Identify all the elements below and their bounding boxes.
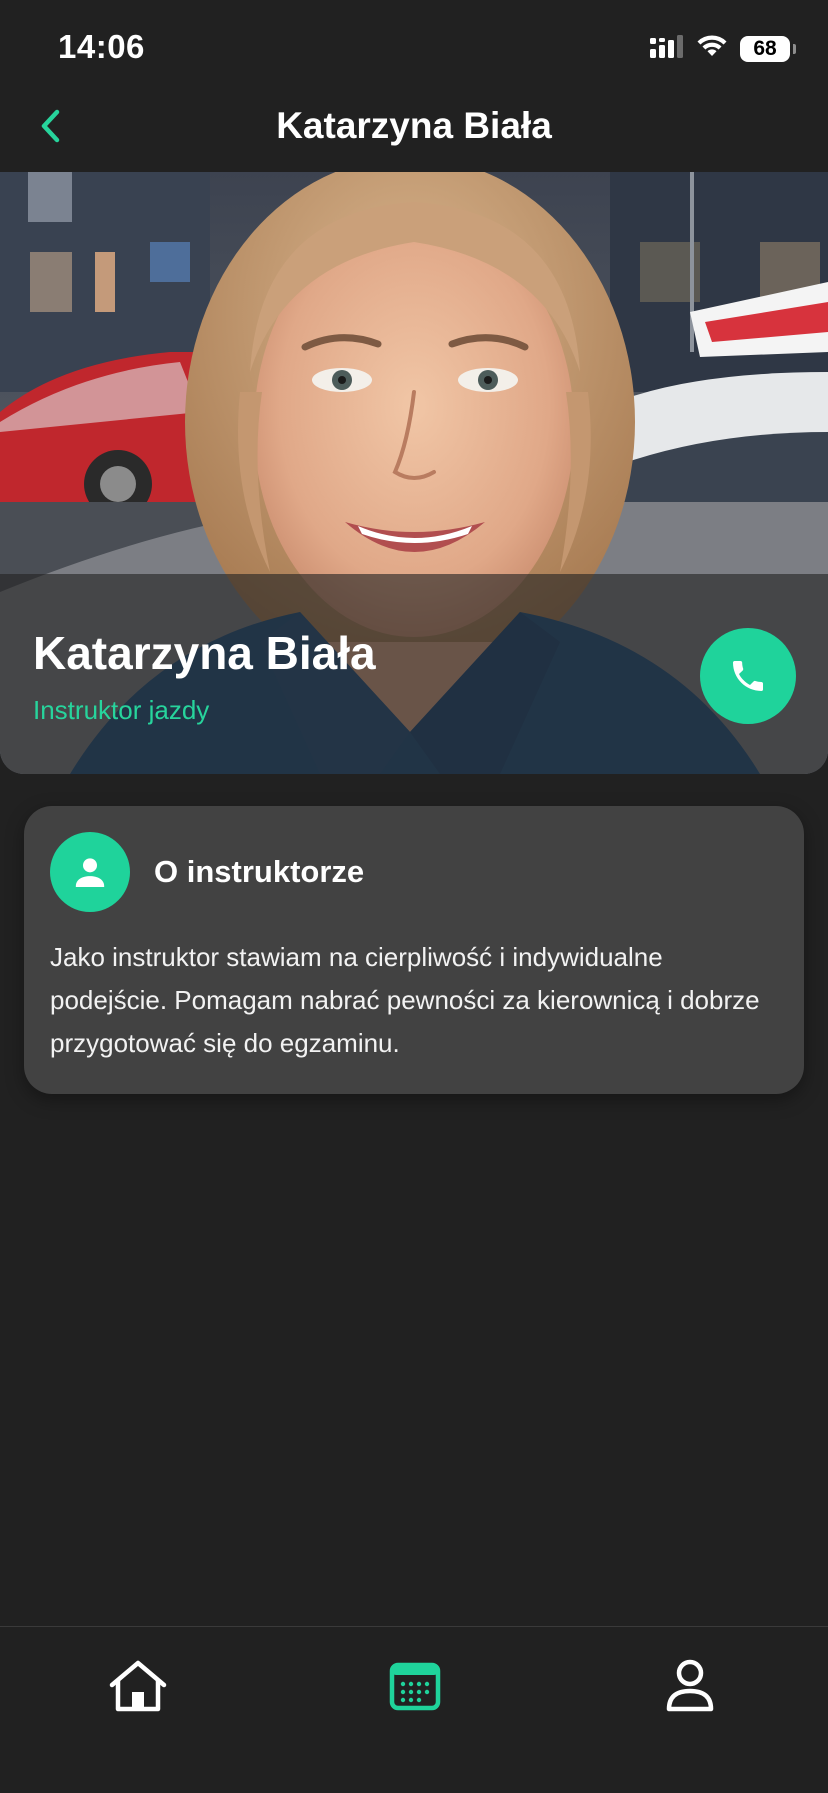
about-title: O instruktorze [154,854,365,889]
tab-home[interactable] [103,1651,173,1721]
tab-bar [0,1626,828,1793]
instructor-name: Katarzyna Biała [33,627,376,679]
instructor-role: Instruktor jazdy [33,695,210,725]
status-time: 14:06 [58,28,145,65]
about-text: Jako instruktor stawiam na cierpliwość i… [50,942,760,1058]
phone-icon [733,661,763,691]
tab-calendar[interactable] [380,1651,450,1721]
nav-header: Katarzyna Biała [0,80,828,172]
call-button[interactable] [700,628,796,724]
wifi-icon [696,34,728,63]
status-icons: 68 [650,34,796,63]
home-icon [109,1660,167,1712]
about-icon-badge [50,832,130,912]
tab-profile[interactable] [655,1651,725,1721]
profile-icon [666,1659,714,1712]
battery-indicator: 68 [740,35,796,62]
person-icon [75,858,105,887]
calendar-icon [389,1662,441,1711]
instructor-hero: Katarzyna Biała Instruktor jazdy [0,172,828,774]
cellular-signal-icon [650,34,684,63]
page-title: Katarzyna Biała [276,105,552,146]
chevron-left-icon [41,109,60,143]
back-button[interactable] [28,102,72,150]
about-card: O instruktorze Jako instruktor stawiam n… [24,806,804,1094]
